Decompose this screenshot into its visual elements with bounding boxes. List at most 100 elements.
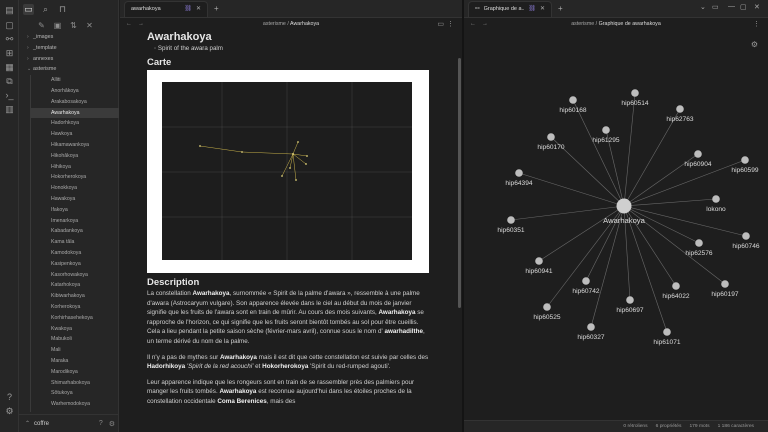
file-item[interactable]: Hihikoya: [30, 161, 119, 173]
breadcrumb-note[interactable]: Graphique de awarhakoya: [599, 21, 661, 27]
breadcrumb-folder[interactable]: asterisme: [263, 21, 286, 27]
breadcrumb-note[interactable]: Awarhakoya: [290, 21, 319, 27]
file-item[interactable]: Kibiwarhakoya: [30, 291, 119, 302]
help-circle-icon[interactable]: ?: [99, 420, 103, 427]
new-note-icon[interactable]: ✎: [37, 21, 46, 30]
new-tab-icon[interactable]: +: [558, 1, 563, 17]
new-folder-icon[interactable]: ▣: [53, 21, 62, 30]
file-item[interactable]: Mabukoli: [30, 334, 119, 346]
graph-node[interactable]: [672, 282, 680, 290]
graph-center-node[interactable]: [616, 198, 632, 214]
file-item[interactable]: Marodikoya: [30, 366, 119, 378]
file-item[interactable]: Imenarkoya: [30, 215, 119, 227]
sidebar-right-icon[interactable]: ▭: [712, 3, 719, 11]
new-tab-icon[interactable]: +: [214, 1, 219, 17]
file-item[interactable]: Shimarhabokoya: [30, 377, 119, 389]
file-item[interactable]: Kamodokoya: [30, 247, 119, 259]
graph-settings-gear-icon[interactable]: ⚙: [751, 40, 758, 49]
file-item[interactable]: Anorhâkoya: [30, 85, 119, 97]
graph-node[interactable]: [663, 328, 671, 336]
file-item[interactable]: Alliti: [30, 75, 119, 86]
graph-node[interactable]: [741, 156, 749, 164]
file-item[interactable]: Hadorhkoya: [30, 118, 119, 130]
file-item[interactable]: Honokkoya: [30, 183, 119, 194]
file-item[interactable]: Korherokoya: [30, 301, 119, 313]
tab-graph[interactable]: ⚯ Graphique de a... ⛓ ✕: [468, 1, 552, 17]
local-graph-view[interactable]: hip60168 hip60514 hip62763 hip61295 hip60170…: [464, 30, 768, 420]
vault-switcher[interactable]: ⌃ coffre ? ⚙: [19, 414, 119, 432]
graph-node[interactable]: [695, 239, 703, 247]
window-close-icon[interactable]: ✕: [754, 3, 760, 11]
file-item[interactable]: Mali: [30, 345, 119, 356]
file-item[interactable]: Maraka: [30, 355, 119, 367]
graph-node[interactable]: [721, 280, 729, 288]
graph-node[interactable]: [626, 296, 634, 304]
sidebar-toggle-icon[interactable]: ▤: [4, 5, 15, 16]
search-icon[interactable]: ⌕: [40, 4, 51, 15]
file-item[interactable]: Hikamawankoya: [30, 139, 119, 151]
help-icon[interactable]: ?: [4, 392, 15, 403]
vault-settings-icon[interactable]: ⚙: [109, 420, 115, 428]
graph-view-icon[interactable]: ⚯: [4, 34, 15, 45]
note-editor[interactable]: Awarhakoya Spirit of the awara palm Cart…: [120, 30, 462, 432]
graph-node[interactable]: [631, 89, 639, 97]
file-item[interactable]: Arakabosakoya: [30, 96, 119, 108]
properties-count[interactable]: 6 propriétés: [656, 424, 682, 429]
reading-view-icon[interactable]: ▭: [437, 20, 444, 28]
publish-icon[interactable]: ▥: [4, 104, 15, 115]
folder-item[interactable]: › _images: [19, 32, 119, 43]
folder-item[interactable]: › annexes: [19, 54, 119, 65]
file-item[interactable]: Korhirhasehekoya: [30, 312, 119, 324]
graph-node[interactable]: [569, 96, 577, 104]
file-item[interactable]: Warhemulunkoya: [30, 409, 119, 412]
collapse-icon[interactable]: ✕: [85, 21, 94, 30]
editor-scrollbar[interactable]: [458, 58, 461, 308]
graph-node[interactable]: [582, 277, 590, 285]
graph-node[interactable]: [547, 133, 555, 141]
minimize-icon[interactable]: —: [728, 3, 735, 10]
file-item[interactable]: Awarhakoya: [30, 107, 119, 119]
graph-node[interactable]: [587, 323, 595, 331]
close-icon[interactable]: ✕: [196, 2, 201, 17]
graph-node[interactable]: [543, 303, 551, 311]
file-item[interactable]: Hikohâkoya: [30, 150, 119, 162]
file-item[interactable]: Hawakoya: [30, 193, 119, 205]
file-item[interactable]: Sôtukoya: [30, 388, 119, 400]
graph-node[interactable]: [515, 169, 523, 177]
file-item[interactable]: Kabadankoya: [30, 226, 119, 238]
bookmark-icon[interactable]: ⊓: [57, 4, 68, 15]
tab-awarhakoya[interactable]: awarhakoya ⛓ ✕: [124, 1, 208, 17]
folder-icon[interactable]: ▭: [23, 3, 34, 15]
tab-list-icon[interactable]: ⌄: [700, 3, 706, 11]
graph-node[interactable]: [676, 105, 684, 113]
file-item[interactable]: Hokorherokoya: [30, 172, 119, 184]
file-item[interactable]: Katarhokoya: [30, 280, 119, 292]
file-item[interactable]: Kwakoya: [30, 323, 119, 335]
maximize-icon[interactable]: ▢: [740, 3, 747, 11]
file-item[interactable]: Warhemodokoya: [30, 399, 119, 410]
open-switcher-icon[interactable]: ▢: [4, 20, 15, 31]
close-icon[interactable]: ✕: [540, 2, 545, 17]
templates-icon[interactable]: ⧉: [4, 76, 15, 87]
folder-item[interactable]: ⌄ asterisme: [19, 64, 119, 75]
file-item[interactable]: Hawkoya: [30, 129, 119, 140]
graph-node[interactable]: [602, 126, 610, 134]
graph-node[interactable]: [742, 232, 750, 240]
command-palette-icon[interactable]: ›_: [4, 90, 15, 101]
graph-canvas[interactable]: hip60168 hip60514 hip62763 hip61295 hip60170…: [464, 30, 768, 420]
file-item[interactable]: Kama tâla: [30, 237, 119, 248]
graph-node[interactable]: [712, 195, 720, 203]
graph-node[interactable]: [535, 257, 543, 265]
graph-node[interactable]: [694, 150, 702, 158]
settings-gear-icon[interactable]: ⚙: [4, 406, 15, 417]
more-options-icon[interactable]: ⋮: [753, 20, 760, 28]
canvas-icon[interactable]: ⊞: [4, 48, 15, 59]
file-item[interactable]: Kasipenkoya: [30, 258, 119, 270]
graph-node[interactable]: [507, 216, 515, 224]
folder-item[interactable]: › _template: [19, 43, 119, 54]
more-options-icon[interactable]: ⋮: [447, 20, 454, 28]
file-item[interactable]: Ifakoya: [30, 204, 119, 216]
daily-note-icon[interactable]: ▦: [4, 62, 15, 73]
sort-icon[interactable]: ⇅: [69, 21, 78, 30]
file-item[interactable]: Kasorhowakoya: [30, 269, 119, 281]
